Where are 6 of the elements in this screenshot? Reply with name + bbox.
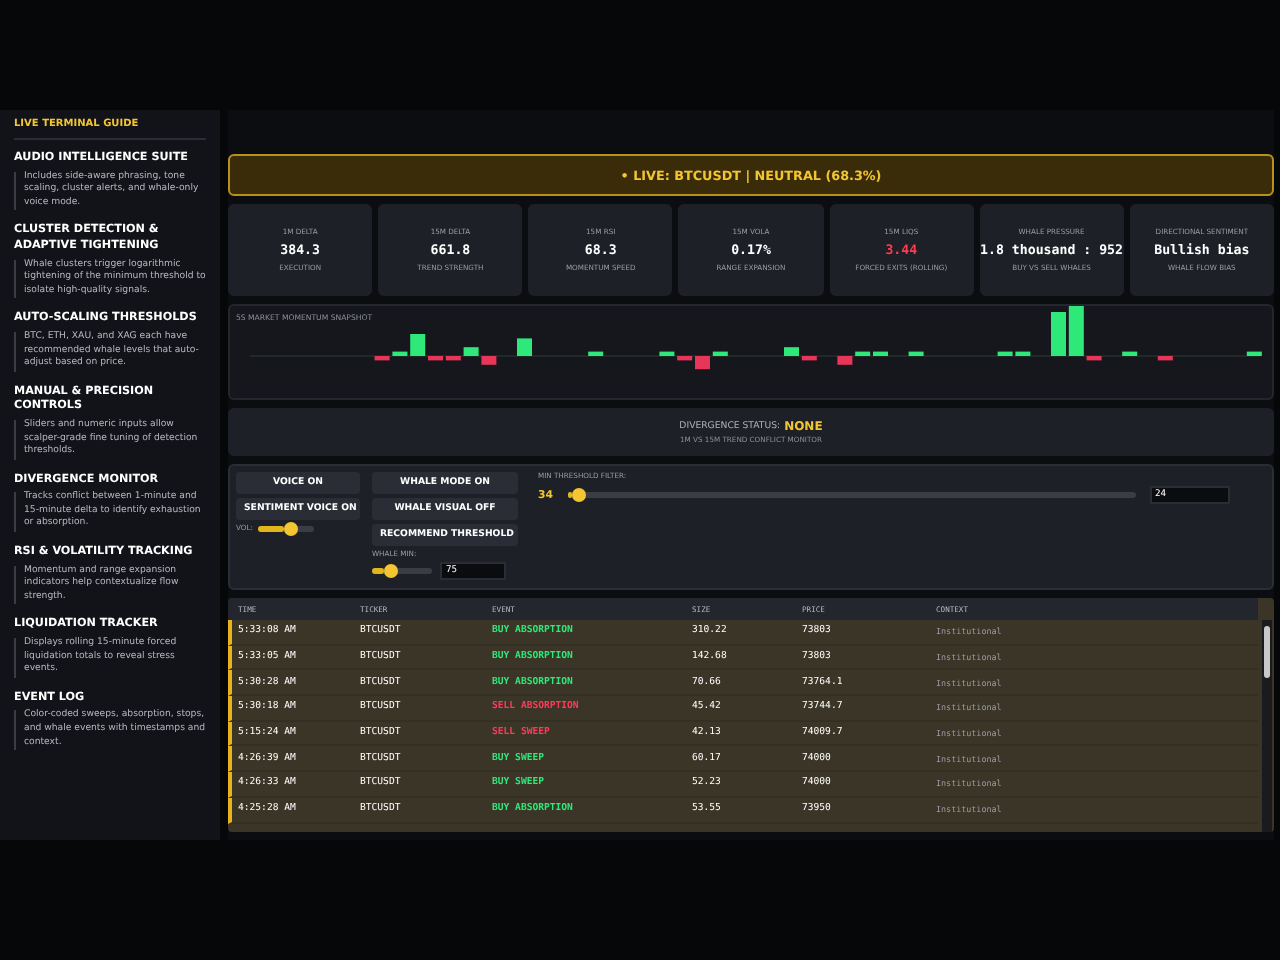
scrollbar-thumb[interactable] bbox=[1264, 626, 1270, 678]
slider-track[interactable] bbox=[372, 568, 432, 574]
slider-thumb[interactable] bbox=[572, 488, 587, 502]
slider-track[interactable] bbox=[258, 525, 315, 531]
slider-thumb[interactable] bbox=[384, 564, 398, 578]
slider-thumb[interactable] bbox=[284, 521, 299, 535]
